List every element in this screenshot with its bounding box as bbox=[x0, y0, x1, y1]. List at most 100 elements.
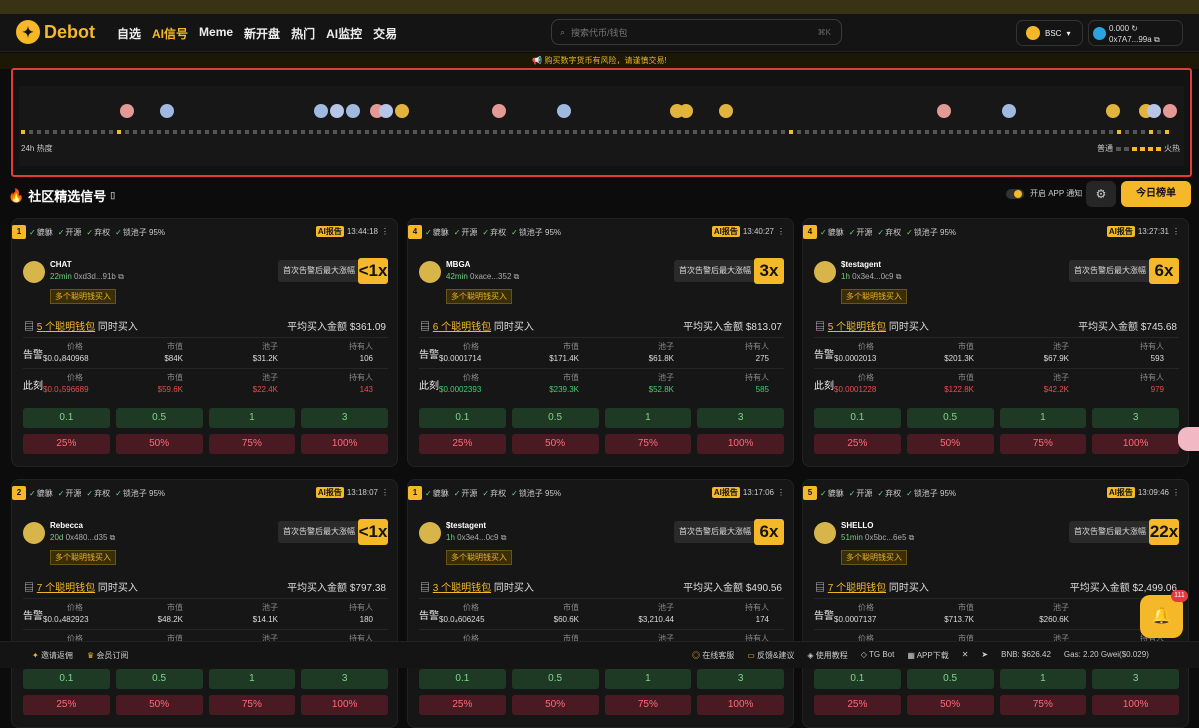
chain-selector[interactable]: BSC ▾ bbox=[1016, 20, 1083, 46]
search-input[interactable]: ⌕ 搜索代币/钱包 ⌘K bbox=[551, 19, 842, 45]
more-icon[interactable]: ⋮ bbox=[777, 227, 785, 236]
more-icon[interactable]: ⋮ bbox=[381, 488, 389, 497]
buy-amount-button[interactable]: 1 bbox=[208, 669, 296, 689]
token-bubble[interactable] bbox=[1106, 104, 1120, 118]
nav-item-active[interactable]: AI信号 bbox=[152, 25, 188, 42]
buy-amount-button[interactable]: 0.5 bbox=[511, 408, 599, 428]
copy-icon[interactable]: ⧉ bbox=[501, 533, 507, 542]
sell-percent-button[interactable]: 100% bbox=[1092, 695, 1179, 715]
token-name[interactable]: Rebecca bbox=[50, 521, 83, 530]
token-bubble[interactable] bbox=[492, 104, 506, 118]
more-icon[interactable]: ⋮ bbox=[777, 488, 785, 497]
token-bubble[interactable] bbox=[557, 104, 571, 118]
buy-amount-button[interactable]: 0.1 bbox=[814, 408, 901, 428]
token-bubble[interactable] bbox=[314, 104, 328, 118]
signal-card[interactable]: 5 ✓貔貅 ✓开源 ✓弃权 ✓锁池子 95% AI报告 13:09:46 ⋮ SHELLO 51m… bbox=[802, 479, 1189, 728]
sell-percent-button[interactable]: 25% bbox=[814, 434, 901, 454]
buy-amount-button[interactable]: 3 bbox=[1092, 669, 1179, 689]
sell-percent-button[interactable]: 75% bbox=[208, 695, 296, 715]
token-name[interactable]: $testagent bbox=[841, 260, 881, 269]
buy-amount-button[interactable]: 1 bbox=[999, 669, 1087, 689]
signal-card[interactable]: 4 ✓貔貅 ✓开源 ✓弃权 ✓锁池子 95% AI报告 13:40:27 ⋮ MBGA 42min… bbox=[407, 218, 794, 467]
more-icon[interactable]: ⋮ bbox=[1172, 227, 1180, 236]
sell-percent-button[interactable]: 25% bbox=[23, 695, 110, 715]
sell-percent-button[interactable]: 50% bbox=[511, 695, 599, 715]
tutorial-link[interactable]: ◈ 使用教程 bbox=[807, 650, 847, 661]
sell-percent-button[interactable]: 50% bbox=[906, 434, 994, 454]
refresh-icon[interactable]: ↻ bbox=[1131, 24, 1138, 33]
ai-report-button[interactable]: AI报告 bbox=[1106, 487, 1135, 498]
telegram-link-icon[interactable]: ➤ bbox=[981, 650, 988, 661]
more-icon[interactable]: ⋮ bbox=[381, 227, 389, 236]
smart-wallets-link[interactable]: 3 个聪明钱包 bbox=[433, 583, 491, 594]
sell-percent-button[interactable]: 25% bbox=[23, 434, 110, 454]
signal-card[interactable]: 1 ✓貔貅 ✓开源 ✓弃权 ✓锁池子 95% AI报告 13:44:18 ⋮ CHAT 22min… bbox=[11, 218, 398, 467]
buy-amount-button[interactable]: 0.1 bbox=[23, 408, 110, 428]
buy-amount-button[interactable]: 3 bbox=[697, 669, 784, 689]
buy-amount-button[interactable]: 0.1 bbox=[419, 669, 506, 689]
buy-amount-button[interactable]: 1 bbox=[604, 669, 692, 689]
sell-percent-button[interactable]: 50% bbox=[115, 434, 203, 454]
sell-percent-button[interactable]: 75% bbox=[999, 434, 1087, 454]
token-bubble[interactable] bbox=[937, 104, 951, 118]
ai-report-button[interactable]: AI报告 bbox=[711, 226, 740, 237]
token-bubble[interactable] bbox=[120, 104, 134, 118]
x-icon[interactable]: ✕ bbox=[962, 650, 969, 661]
copy-icon[interactable]: ⧉ bbox=[118, 272, 124, 281]
sell-percent-button[interactable]: 25% bbox=[419, 434, 506, 454]
nav-item[interactable]: Meme bbox=[199, 25, 233, 42]
signal-card[interactable]: 4 ✓貔貅 ✓开源 ✓弃权 ✓锁池子 95% AI报告 13:27:31 ⋮ $testagen… bbox=[802, 218, 1189, 467]
buy-amount-button[interactable]: 0.1 bbox=[814, 669, 901, 689]
nav-item[interactable]: 自选 bbox=[117, 25, 141, 42]
token-bubble[interactable] bbox=[1147, 104, 1161, 118]
notify-toggle[interactable] bbox=[1006, 188, 1024, 199]
sell-percent-button[interactable]: 75% bbox=[604, 434, 692, 454]
buy-amount-button[interactable]: 3 bbox=[697, 408, 784, 428]
copy-icon[interactable]: ⧉ bbox=[909, 533, 915, 542]
buy-amount-button[interactable]: 0.1 bbox=[419, 408, 506, 428]
token-name[interactable]: MBGA bbox=[446, 260, 470, 269]
signal-card[interactable]: 1 ✓貔貅 ✓开源 ✓弃权 ✓锁池子 95% AI报告 13:17:06 ⋮ $testagen… bbox=[407, 479, 794, 728]
copy-icon[interactable]: ⧉ bbox=[1154, 35, 1160, 44]
token-name[interactable]: SHELLO bbox=[841, 521, 873, 530]
buy-amount-button[interactable]: 0.5 bbox=[115, 408, 203, 428]
sell-percent-button[interactable]: 25% bbox=[419, 695, 506, 715]
support-link[interactable]: ◎ 在线客服 bbox=[692, 650, 734, 661]
sell-percent-button[interactable]: 100% bbox=[301, 434, 388, 454]
buy-amount-button[interactable]: 1 bbox=[604, 408, 692, 428]
smart-wallets-link[interactable]: 5 个聪明钱包 bbox=[828, 322, 886, 333]
buy-amount-button[interactable]: 0.5 bbox=[115, 669, 203, 689]
token-bubble[interactable] bbox=[395, 104, 409, 118]
sell-percent-button[interactable]: 100% bbox=[1092, 434, 1179, 454]
copy-icon[interactable]: ⧉ bbox=[896, 272, 902, 281]
sell-percent-button[interactable]: 50% bbox=[906, 695, 994, 715]
smart-wallets-link[interactable]: 6 个聪明钱包 bbox=[433, 322, 491, 333]
token-bubble[interactable] bbox=[1002, 104, 1016, 118]
smart-wallets-link[interactable]: 5 个聪明钱包 bbox=[37, 322, 95, 333]
buy-amount-button[interactable]: 0.1 bbox=[23, 669, 110, 689]
sell-percent-button[interactable]: 100% bbox=[301, 695, 388, 715]
sell-percent-button[interactable]: 50% bbox=[511, 434, 599, 454]
buy-amount-button[interactable]: 0.5 bbox=[906, 408, 994, 428]
signal-card[interactable]: 2 ✓貔貅 ✓开源 ✓弃权 ✓锁池子 95% AI报告 13:18:07 ⋮ Rebecca 20… bbox=[11, 479, 398, 728]
nav-item[interactable]: 热门 bbox=[291, 25, 315, 42]
token-bubble[interactable] bbox=[1163, 104, 1177, 118]
nav-item[interactable]: AI监控 bbox=[326, 25, 362, 42]
ai-report-button[interactable]: AI报告 bbox=[711, 487, 740, 498]
buy-amount-button[interactable]: 3 bbox=[1092, 408, 1179, 428]
buy-amount-button[interactable]: 0.5 bbox=[511, 669, 599, 689]
token-bubble[interactable] bbox=[346, 104, 360, 118]
token-bubble[interactable] bbox=[160, 104, 174, 118]
side-float-button[interactable] bbox=[1178, 427, 1199, 451]
smart-wallets-link[interactable]: 7 个聪明钱包 bbox=[37, 583, 95, 594]
buy-amount-button[interactable]: 1 bbox=[208, 408, 296, 428]
invite-link[interactable]: ✦ 邀请返佣 bbox=[32, 650, 73, 661]
settings-button[interactable]: ⚙ bbox=[1086, 181, 1116, 207]
sell-percent-button[interactable]: 100% bbox=[697, 695, 784, 715]
member-link[interactable]: ♛ 会员订阅 bbox=[87, 650, 128, 661]
token-bubble[interactable] bbox=[330, 104, 344, 118]
sell-percent-button[interactable]: 100% bbox=[697, 434, 784, 454]
logo[interactable]: ✦ Debot bbox=[16, 20, 95, 44]
feedback-link[interactable]: ▭ 反馈&建议 bbox=[747, 650, 794, 661]
nav-item[interactable]: 新开盘 bbox=[244, 25, 280, 42]
